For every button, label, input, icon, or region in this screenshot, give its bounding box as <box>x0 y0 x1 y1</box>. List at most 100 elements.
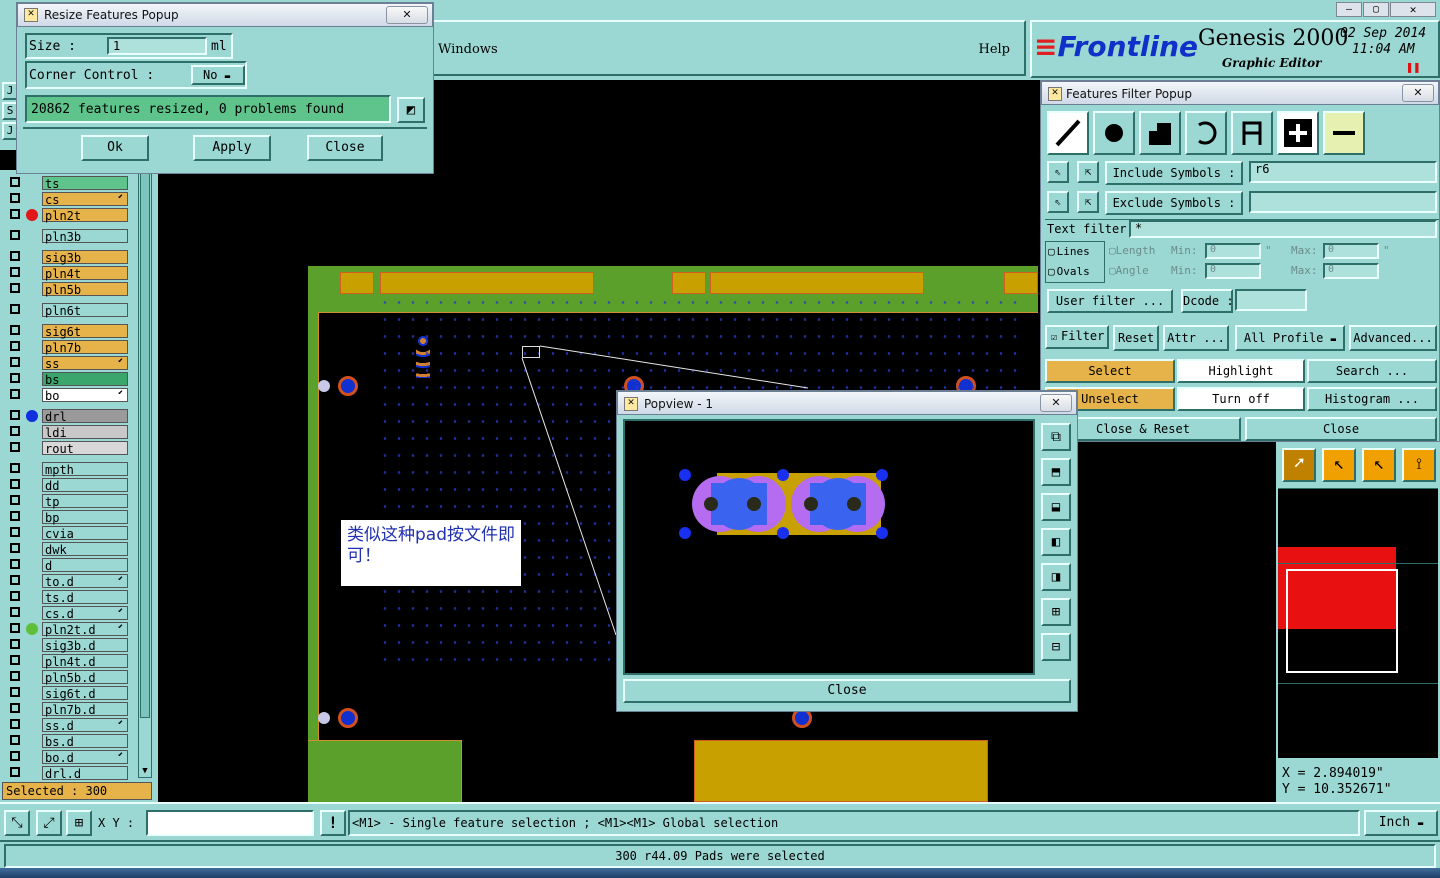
line-type-button[interactable] <box>1047 111 1089 155</box>
close-button[interactable]: Close <box>307 135 383 161</box>
layer-checkbox[interactable] <box>10 357 20 367</box>
zoom-in-icon[interactable]: ⊞ <box>1041 598 1071 626</box>
layer-checkbox[interactable] <box>10 703 20 713</box>
layer-row[interactable]: pln4t <box>6 266 154 281</box>
layer-row[interactable]: dwk <box>6 542 154 557</box>
close-icon[interactable]: ✕ <box>1390 2 1436 17</box>
layer-checkbox[interactable] <box>10 209 20 219</box>
highlight-button[interactable]: Highlight <box>1177 359 1305 383</box>
dcode-input[interactable] <box>1235 289 1307 311</box>
layer-row[interactable]: pln5b <box>6 282 154 297</box>
layer-checkbox[interactable] <box>10 373 20 383</box>
resize-popup-titlebar[interactable]: ✕ Resize Features Popup ✕ <box>17 3 433 27</box>
layer-row[interactable]: bo.d ⬋ <box>6 750 154 765</box>
layer-row[interactable]: pln2t <box>6 208 154 223</box>
multi-pointer-button[interactable]: ↖ <box>1362 448 1396 482</box>
zoom-out-icon[interactable]: ⊟ <box>1041 633 1071 661</box>
lines-checkbox[interactable]: ▢ Lines <box>1048 245 1090 258</box>
layer-checkbox[interactable] <box>10 767 20 777</box>
popview-close-button[interactable]: Close <box>623 679 1071 703</box>
layer-checkbox[interactable] <box>10 193 20 203</box>
angle-max-input[interactable]: 0 <box>1323 263 1379 279</box>
layer-row[interactable]: cs ⬋ <box>6 192 154 207</box>
layer-checkbox[interactable] <box>10 410 20 420</box>
maximize-icon[interactable]: ▢ <box>1363 2 1389 17</box>
zoom-fit-icon[interactable]: ⧉ <box>1041 423 1071 451</box>
text-type-button[interactable] <box>1231 111 1273 155</box>
text-filter-input[interactable]: * <box>1129 220 1437 238</box>
layer-checkbox[interactable] <box>10 177 20 187</box>
layer-row[interactable]: sig3b.d <box>6 638 154 653</box>
layer-row[interactable]: bs <box>6 372 154 387</box>
layer-row[interactable]: drl.d <box>6 766 154 781</box>
layer-row[interactable]: cs.d ⬋ <box>6 606 154 621</box>
xy-input[interactable] <box>146 810 314 836</box>
size-input[interactable]: 1 <box>107 37 207 55</box>
layer-checkbox[interactable] <box>10 463 20 473</box>
pointer-tool-button[interactable]: ➚ <box>1282 448 1316 482</box>
snap-icon[interactable]: ⤢ <box>36 810 62 836</box>
pan-left-icon[interactable]: ◧ <box>1041 528 1071 556</box>
layer-checkbox[interactable] <box>10 639 20 649</box>
exclude-symbols-input[interactable] <box>1249 191 1437 213</box>
pan-right-icon[interactable]: ◨ <box>1041 563 1071 591</box>
layer-checkbox[interactable] <box>10 607 20 617</box>
apply-button[interactable]: Apply <box>193 135 271 161</box>
attr-button[interactable]: Attr ... <box>1163 325 1229 351</box>
route-pointer-button[interactable]: ⟟ <box>1402 448 1436 482</box>
grid-icon[interactable]: ⊞ <box>66 810 92 836</box>
graph-icon-button[interactable]: ◩ <box>397 97 425 123</box>
close-icon[interactable]: ✕ <box>1040 394 1072 412</box>
angle-min-input[interactable]: 0 <box>1205 263 1261 279</box>
layer-checkbox[interactable] <box>10 719 20 729</box>
layer-row[interactable]: ss.d ⬋ <box>6 718 154 733</box>
layer-checkbox[interactable] <box>10 304 20 314</box>
ok-button[interactable]: Ok <box>81 135 149 161</box>
positive-polarity-button[interactable] <box>1277 111 1319 155</box>
layer-row[interactable]: pln7b.d <box>6 702 154 717</box>
filter-toggle[interactable]: ☑ Filter <box>1045 325 1109 349</box>
negative-polarity-button[interactable] <box>1323 111 1365 155</box>
layer-row[interactable]: ldi <box>6 425 154 440</box>
pan-down-icon[interactable]: ⬓ <box>1041 493 1071 521</box>
ovals-checkbox[interactable]: ▢ Ovals <box>1048 265 1090 278</box>
minimize-icon[interactable]: – <box>1336 2 1362 17</box>
advanced-button[interactable]: Advanced... <box>1349 325 1437 351</box>
layer-row[interactable]: bo ⬋ <box>6 388 154 403</box>
close-icon[interactable]: ✕ <box>386 6 428 24</box>
measure-icon[interactable]: ⤡ <box>4 810 30 836</box>
arc-type-button[interactable] <box>1185 111 1227 155</box>
menu-windows[interactable]: Windows <box>438 42 498 57</box>
overview-map[interactable] <box>1278 488 1438 758</box>
turn-off-button[interactable]: Turn off <box>1177 387 1305 411</box>
exclude-arrow-2[interactable]: ⇱ <box>1077 191 1099 213</box>
histogram-button[interactable]: Histogram ... <box>1307 387 1437 411</box>
popview-titlebar[interactable]: ✕ Popview - 1 ✕ <box>617 391 1077 415</box>
length-max-input[interactable]: 0 <box>1323 243 1379 259</box>
layer-checkbox[interactable] <box>10 389 20 399</box>
layer-checkbox[interactable] <box>10 559 20 569</box>
layer-checkbox[interactable] <box>10 527 20 537</box>
layer-checkbox[interactable] <box>10 591 20 601</box>
layer-row[interactable]: ss ⬋ <box>6 356 154 371</box>
layer-checkbox[interactable] <box>10 442 20 452</box>
all-profile-dropdown[interactable]: All Profile ▬ <box>1235 325 1345 351</box>
select-button[interactable]: Select <box>1045 359 1175 383</box>
select-pointer-button[interactable]: ↖ <box>1322 448 1356 482</box>
layer-row[interactable]: to.d ⬋ <box>6 574 154 589</box>
layer-checkbox[interactable] <box>10 283 20 293</box>
layer-row[interactable]: pln6t <box>6 303 154 318</box>
menu-help[interactable]: Help <box>978 42 1010 57</box>
surface-type-button[interactable] <box>1139 111 1181 155</box>
layer-row[interactable]: drl <box>6 409 154 424</box>
layer-row[interactable]: sig6t.d <box>6 686 154 701</box>
unit-dropdown[interactable]: Inch ▬ <box>1364 810 1438 836</box>
layer-row[interactable]: ts.d <box>6 590 154 605</box>
layer-row[interactable]: cvia <box>6 526 154 541</box>
layer-checkbox[interactable] <box>10 251 20 261</box>
exclude-arrow-1[interactable]: ⇖ <box>1047 191 1069 213</box>
layer-row[interactable]: d <box>6 558 154 573</box>
layer-checkbox[interactable] <box>10 575 20 585</box>
layer-checkbox[interactable] <box>10 426 20 436</box>
pad-type-button[interactable] <box>1093 111 1135 155</box>
